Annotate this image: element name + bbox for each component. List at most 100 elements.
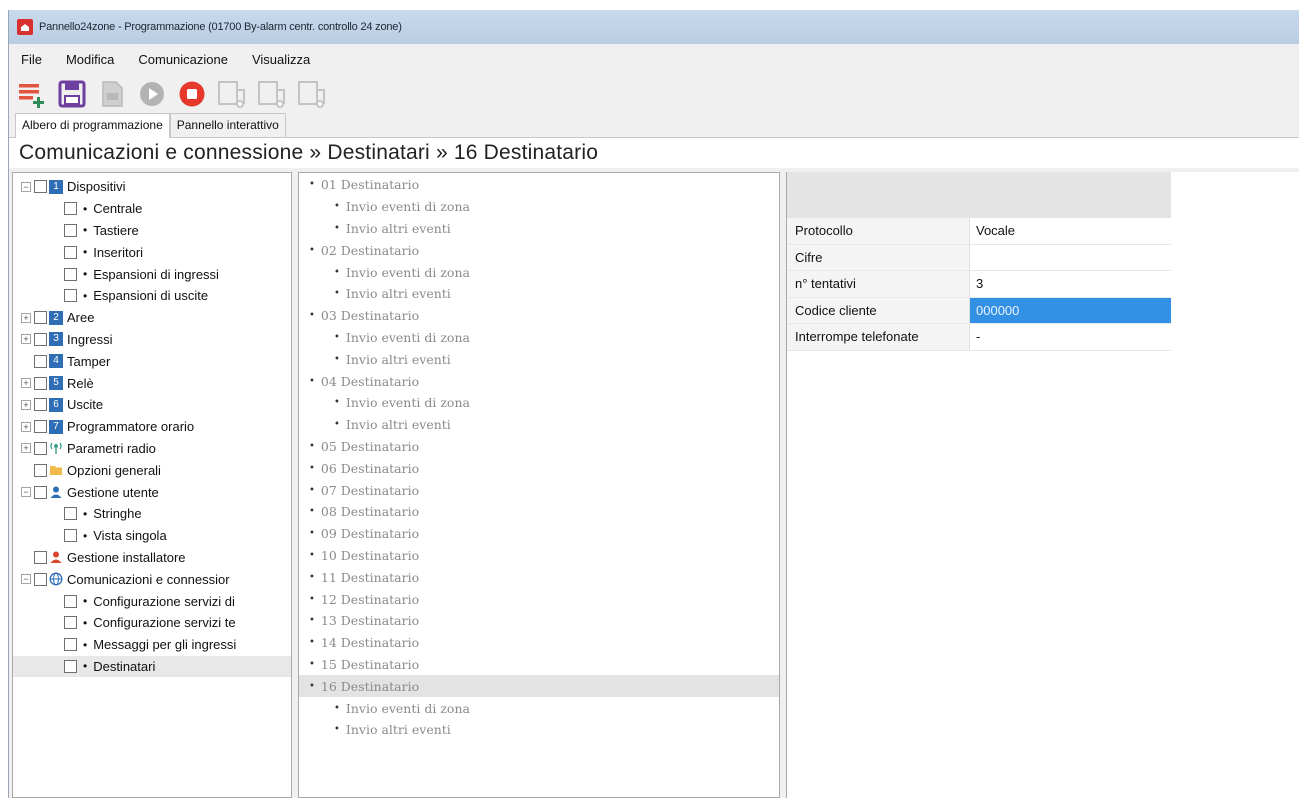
stop-button[interactable] — [175, 77, 209, 111]
tree-item-inseritori[interactable]: • Inseritori — [13, 241, 291, 263]
menu-file[interactable]: File — [21, 52, 42, 67]
destination-subitem[interactable]: • Invio eventi di zona — [299, 697, 779, 719]
tree-item-messaggi-per-gli-ingressi[interactable]: • Messaggi per gli ingressi — [13, 634, 291, 656]
add-list-button[interactable] — [15, 77, 49, 111]
destination-item[interactable]: • 15 Destinatario — [299, 654, 779, 676]
tree-item-espansioni-di-uscite[interactable]: • Espansioni di uscite — [13, 285, 291, 307]
tree-item-ingressi[interactable]: +3 Ingressi — [13, 329, 291, 351]
expand-icon[interactable]: + — [21, 334, 31, 345]
save-button[interactable] — [55, 77, 89, 111]
destination-item[interactable]: • 11 Destinatario — [299, 566, 779, 588]
destination-item[interactable]: • 12 Destinatario — [299, 588, 779, 610]
destination-subitem[interactable]: • Invio eventi di zona — [299, 327, 779, 349]
destination-subitem[interactable]: • Invio eventi di zona — [299, 392, 779, 414]
menu-comunicazione[interactable]: Comunicazione — [138, 52, 228, 67]
tree-checkbox[interactable] — [64, 223, 77, 237]
tree-checkbox[interactable] — [34, 420, 47, 434]
menu-modifica[interactable]: Modifica — [66, 52, 114, 67]
destination-subitem[interactable]: • Invio altri eventi — [299, 218, 779, 240]
destination-item[interactable]: • 07 Destinatario — [299, 479, 779, 501]
destination-subitem[interactable]: • Invio eventi di zona — [299, 261, 779, 283]
destination-item[interactable]: • 16 Destinatario — [299, 675, 779, 698]
tree-item-tamper[interactable]: 4 Tamper — [13, 350, 291, 372]
tree-item-aree[interactable]: +2 Aree — [13, 307, 291, 329]
expand-icon[interactable]: + — [21, 312, 31, 323]
destination-subitem[interactable]: • Invio altri eventi — [299, 719, 779, 741]
connect-button-2[interactable] — [255, 77, 289, 111]
tree-checkbox[interactable] — [34, 376, 47, 390]
tree-checkbox[interactable] — [64, 245, 77, 259]
property-value-protocollo[interactable]: Vocale — [969, 218, 1171, 244]
tree-item-comunicazioni-e-connessior[interactable]: − Comunicazioni e connessior — [13, 568, 291, 590]
tree-item-gestione-utente[interactable]: − Gestione utente — [13, 481, 291, 503]
tree-checkbox[interactable] — [34, 550, 47, 564]
collapse-icon[interactable]: − — [21, 181, 31, 192]
destination-item[interactable]: • 05 Destinatario — [299, 436, 779, 458]
tree-checkbox[interactable] — [64, 616, 77, 630]
tree-item-configurazione-servizi-di[interactable]: • Configurazione servizi di — [13, 590, 291, 612]
property-value-n-tentativi[interactable]: 3 — [969, 271, 1171, 297]
tree-item-centrale[interactable]: • Centrale — [13, 198, 291, 220]
tree-checkbox[interactable] — [64, 638, 77, 652]
tree-checkbox[interactable] — [34, 354, 47, 368]
destination-subitem[interactable]: • Invio altri eventi — [299, 348, 779, 370]
tree-checkbox[interactable] — [64, 507, 77, 521]
tree-checkbox[interactable] — [34, 398, 47, 412]
tree-checkbox[interactable] — [64, 289, 77, 303]
collapse-icon[interactable]: − — [21, 487, 31, 498]
destination-item[interactable]: • 10 Destinatario — [299, 545, 779, 567]
tree-item-vista-singola[interactable]: • Vista singola — [13, 525, 291, 547]
tree-checkbox[interactable] — [34, 485, 47, 499]
tree-checkbox[interactable] — [34, 180, 47, 194]
tree-checkbox[interactable] — [64, 594, 77, 608]
destination-item[interactable]: • 14 Destinatario — [299, 632, 779, 654]
tree-item-destinatari[interactable]: • Destinatari — [13, 655, 291, 678]
destination-item[interactable]: • 13 Destinatario — [299, 610, 779, 632]
tree-item-tastiere[interactable]: • Tastiere — [13, 220, 291, 242]
tree-item-configurazione-servizi-te[interactable]: • Configurazione servizi te — [13, 612, 291, 634]
tree-checkbox[interactable] — [64, 202, 77, 216]
destination-item[interactable]: • 03 Destinatario — [299, 305, 779, 327]
connect-button-1[interactable] — [215, 77, 249, 111]
destination-subitem[interactable]: • Invio altri eventi — [299, 414, 779, 436]
tree-checkbox[interactable] — [34, 463, 47, 477]
collapse-icon[interactable]: − — [21, 574, 31, 585]
destination-item[interactable]: • 02 Destinatario — [299, 239, 779, 261]
tree-checkbox[interactable] — [34, 572, 47, 586]
tree-item-programmatore-orario[interactable]: +7 Programmatore orario — [13, 416, 291, 438]
tree-item-rele[interactable]: +5 Relè — [13, 372, 291, 394]
tree-item-opzioni-generali[interactable]: Opzioni generali — [13, 459, 291, 481]
property-value-interrompe-telefonate[interactable]: - — [969, 324, 1171, 350]
connect-button-3[interactable] — [295, 77, 329, 111]
destination-item[interactable]: • 06 Destinatario — [299, 457, 779, 479]
property-value-codice-cliente[interactable]: 000000 — [969, 297, 1171, 323]
tab-pannello-interattivo[interactable]: Pannello interattivo — [169, 113, 286, 137]
expand-icon[interactable]: + — [21, 378, 31, 389]
destination-subitem[interactable]: • Invio altri eventi — [299, 283, 779, 305]
destination-item[interactable]: • 01 Destinatario — [299, 174, 779, 196]
tree-item-parametri-radio[interactable]: + Parametri radio — [13, 438, 291, 460]
destination-subitem[interactable]: • Invio eventi di zona — [299, 196, 779, 218]
tree-checkbox[interactable] — [34, 441, 47, 455]
tab-albero-di-programmazione[interactable]: Albero di programmazione — [15, 113, 170, 138]
tree-item-espansioni-di-ingressi[interactable]: • Espansioni di ingressi — [13, 263, 291, 285]
expand-icon[interactable]: + — [21, 421, 31, 432]
expand-icon[interactable]: + — [21, 399, 31, 410]
expand-icon[interactable]: + — [21, 443, 31, 454]
tree-checkbox[interactable] — [64, 659, 77, 673]
document-button[interactable] — [95, 77, 129, 111]
tree-checkbox[interactable] — [64, 529, 77, 543]
destination-item[interactable]: • 09 Destinatario — [299, 523, 779, 545]
tree-item-uscite[interactable]: +6 Uscite — [13, 394, 291, 416]
tree-checkbox[interactable] — [64, 267, 77, 281]
destination-item[interactable]: • 08 Destinatario — [299, 501, 779, 523]
play-button[interactable] — [135, 77, 169, 111]
tree-checkbox[interactable] — [34, 332, 47, 346]
tree-item-stringhe[interactable]: • Stringhe — [13, 503, 291, 525]
tree-item-dispositivi[interactable]: − 1 Dispositivi — [13, 176, 291, 198]
property-value-cifre[interactable] — [969, 244, 1171, 270]
destination-item[interactable]: • 04 Destinatario — [299, 370, 779, 392]
tree-item-gestione-installatore[interactable]: Gestione installatore — [13, 547, 291, 569]
tree-checkbox[interactable] — [34, 311, 47, 325]
menu-visualizza[interactable]: Visualizza — [252, 52, 310, 67]
